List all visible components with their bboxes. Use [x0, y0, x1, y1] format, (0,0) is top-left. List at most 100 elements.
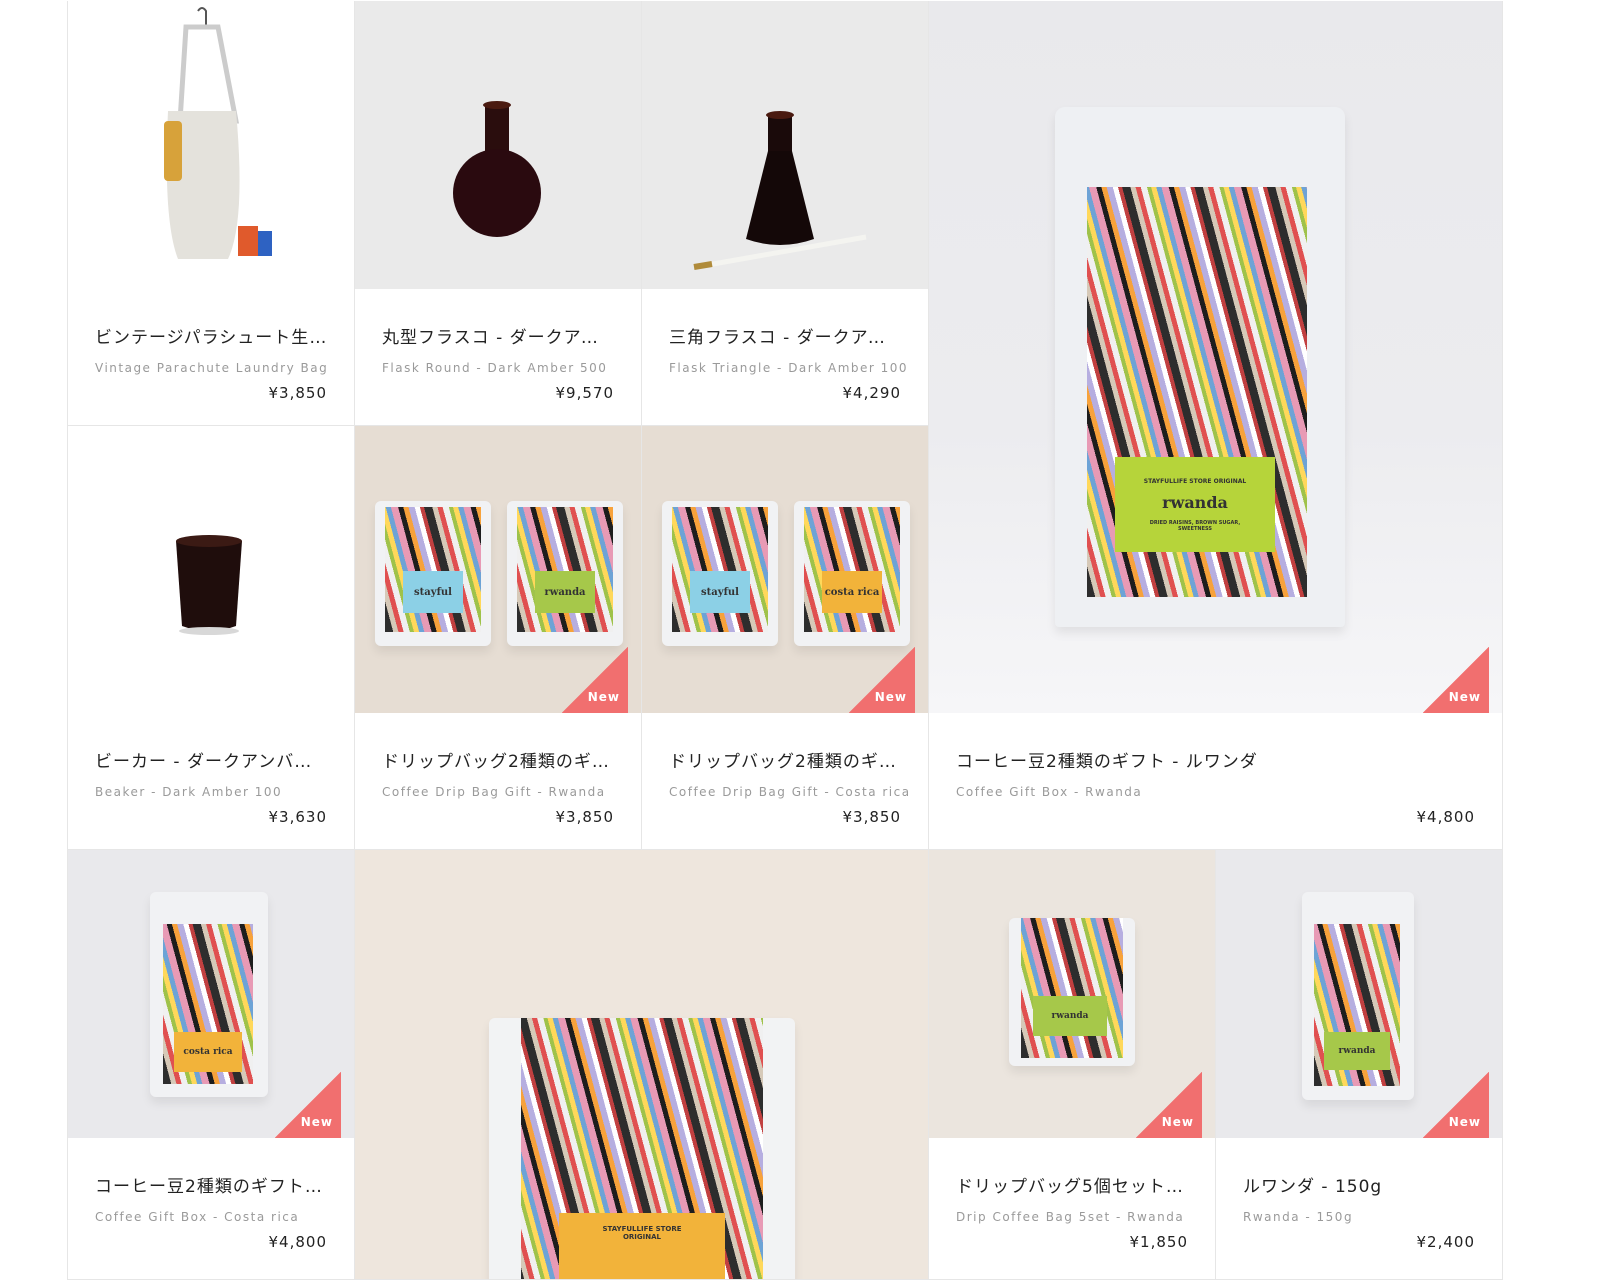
new-badge: New: [1423, 647, 1489, 713]
product-title[interactable]: ドリップバッグ5個セット - …: [956, 1172, 1188, 1197]
product-price: ¥4,800: [1416, 808, 1475, 826]
beaker-illustration: [176, 535, 242, 635]
product-grid: ビンテージパラシュート生… Vintage Parachute Laundry …: [67, 1, 1536, 1280]
product-subtitle: Coffee Drip Bag Gift - Rwanda: [382, 785, 606, 799]
product-card[interactable]: stayful costa rica New ドリップバッグ2種類のギフ… Co…: [642, 426, 929, 850]
package-label: rwanda: [1033, 996, 1107, 1036]
product-price: ¥3,630: [268, 808, 327, 826]
drip-bag-package: rwanda: [1009, 918, 1135, 1066]
product-title[interactable]: ビンテージパラシュート生…: [95, 323, 327, 348]
coffee-bag-package: rwanda: [1302, 892, 1414, 1100]
new-badge-label: New: [1161, 1115, 1194, 1129]
product-subtitle: Beaker - Dark Amber 100: [95, 785, 283, 799]
product-image[interactable]: [68, 1, 354, 289]
product-info: ルワンダ - 150g Rwanda - 150g ¥2,400: [1216, 1138, 1502, 1276]
product-image[interactable]: costa rica New: [68, 850, 354, 1138]
product-subtitle: Coffee Gift Box - Costa rica: [95, 1210, 300, 1224]
product-title[interactable]: ビーカー - ダークアンバー 1…: [95, 747, 327, 772]
triangle-flask-illustration: [693, 111, 867, 270]
laundry-bag-illustration: [164, 7, 272, 259]
product-title[interactable]: コーヒー豆2種類のギフト - …: [95, 1172, 327, 1197]
product-info: ビーカー - ダークアンバー 1… Beaker - Dark Amber 10…: [68, 713, 354, 849]
package-label: stayful: [403, 571, 463, 613]
new-badge: New: [562, 647, 628, 713]
product-info: ドリップバッグ2種類のギフ… Coffee Drip Bag Gift - Rw…: [355, 713, 641, 849]
package-label: stayful: [690, 571, 750, 613]
product-title[interactable]: ドリップバッグ2種類のギフ…: [669, 747, 901, 772]
round-flask-illustration: [453, 101, 541, 237]
product-title[interactable]: 丸型フラスコ - ダークアン…: [382, 323, 614, 348]
product-price: ¥9,570: [555, 384, 614, 402]
new-badge: New: [1423, 1072, 1489, 1138]
product-subtitle: Coffee Drip Bag Gift - Costa rica: [669, 785, 911, 799]
new-badge: New: [275, 1072, 341, 1138]
label-brand: STAYFULLIFE STORE ORIGINAL: [1143, 477, 1247, 485]
product-card[interactable]: STAYFULLIFE STORE ORIGINAL: [355, 850, 929, 1280]
package-label: rwanda: [1324, 1032, 1390, 1070]
product-info: 丸型フラスコ - ダークアン… Flask Round - Dark Amber…: [355, 289, 641, 425]
product-card[interactable]: STAYFULLIFE STORE ORIGINAL rwanda DRIED …: [929, 1, 1503, 850]
drip-bag-package: rwanda: [507, 501, 623, 646]
product-price: ¥3,850: [268, 384, 327, 402]
product-price: ¥3,850: [555, 808, 614, 826]
product-image[interactable]: stayful rwanda New: [355, 426, 641, 713]
product-price: ¥4,290: [842, 384, 901, 402]
product-info: 三角フラスコ - ダークアン… Flask Triangle - Dark Am…: [642, 289, 928, 425]
product-subtitle: Flask Triangle - Dark Amber 100: [669, 361, 909, 375]
product-card[interactable]: stayful rwanda New ドリップバッグ2種類のギフ… Coffee…: [355, 426, 642, 850]
drip-bag-package: STAYFULLIFE STORE ORIGINAL: [489, 1018, 795, 1279]
package-label: STAYFULLIFE STORE ORIGINAL rwanda DRIED …: [1115, 457, 1275, 552]
product-card[interactable]: ビンテージパラシュート生… Vintage Parachute Laundry …: [68, 1, 355, 426]
product-subtitle: Rwanda - 150g: [1243, 1210, 1354, 1224]
product-title[interactable]: ドリップバッグ2種類のギフ…: [382, 747, 614, 772]
new-badge: New: [1136, 1072, 1202, 1138]
new-badge-label: New: [587, 690, 620, 704]
label-notes: DRIED RAISINS, BROWN SUGAR, SWEETNESS: [1149, 519, 1241, 532]
product-card[interactable]: 三角フラスコ - ダークアン… Flask Triangle - Dark Am…: [642, 1, 929, 426]
product-info: ビンテージパラシュート生… Vintage Parachute Laundry …: [68, 289, 354, 425]
product-card[interactable]: costa rica New コーヒー豆2種類のギフト - … Coffee G…: [68, 850, 355, 1280]
new-badge-label: New: [300, 1115, 333, 1129]
product-image[interactable]: [642, 1, 928, 289]
new-badge: New: [849, 647, 915, 713]
label-origin: rwanda: [1162, 492, 1228, 512]
label-brand: STAYFULLIFE STORE ORIGINAL: [602, 1225, 682, 1241]
product-image[interactable]: STAYFULLIFE STORE ORIGINAL: [355, 850, 928, 1279]
product-info: ドリップバッグ2種類のギフ… Coffee Drip Bag Gift - Co…: [642, 713, 928, 849]
product-card[interactable]: rwanda New ドリップバッグ5個セット - … Drip Coffee …: [929, 850, 1216, 1280]
package-label: costa rica: [174, 1032, 242, 1072]
product-image[interactable]: [68, 426, 354, 713]
drip-bag-package: stayful: [375, 501, 491, 646]
drip-bag-package: stayful: [662, 501, 778, 646]
product-price: ¥2,400: [1416, 1233, 1475, 1251]
new-badge-label: New: [1448, 690, 1481, 704]
package-label: costa rica: [822, 571, 882, 613]
package-label: rwanda: [535, 571, 595, 613]
package-label: STAYFULLIFE STORE ORIGINAL: [559, 1213, 725, 1279]
product-price: ¥1,850: [1129, 1233, 1188, 1251]
product-info: コーヒー豆2種類のギフト - … Coffee Gift Box - Costa…: [68, 1138, 354, 1276]
product-title[interactable]: コーヒー豆2種類のギフト - ルワンダ: [956, 747, 1475, 772]
product-subtitle: Coffee Gift Box - Rwanda: [956, 785, 1143, 799]
product-subtitle: Flask Round - Dark Amber 500: [382, 361, 608, 375]
product-card[interactable]: rwanda New ルワンダ - 150g Rwanda - 150g ¥2,…: [1216, 850, 1503, 1280]
product-info: コーヒー豆2種類のギフト - ルワンダ Coffee Gift Box - Rw…: [929, 713, 1502, 849]
product-info: ドリップバッグ5個セット - … Drip Coffee Bag 5set - …: [929, 1138, 1215, 1276]
product-image[interactable]: rwanda New: [929, 850, 1215, 1138]
product-image[interactable]: [355, 1, 641, 289]
new-badge-label: New: [1448, 1115, 1481, 1129]
product-card[interactable]: ビーカー - ダークアンバー 1… Beaker - Dark Amber 10…: [68, 426, 355, 850]
product-title[interactable]: ルワンダ - 150g: [1243, 1172, 1475, 1197]
product-card[interactable]: 丸型フラスコ - ダークアン… Flask Round - Dark Amber…: [355, 1, 642, 426]
product-image[interactable]: stayful costa rica New: [642, 426, 928, 713]
product-subtitle: Vintage Parachute Laundry Bag: [95, 361, 329, 375]
new-badge-label: New: [874, 690, 907, 704]
coffee-bag-package: STAYFULLIFE STORE ORIGINAL rwanda DRIED …: [1055, 107, 1345, 627]
product-subtitle: Drip Coffee Bag 5set - Rwanda: [956, 1210, 1185, 1224]
product-title[interactable]: 三角フラスコ - ダークアン…: [669, 323, 901, 348]
product-price: ¥4,800: [268, 1233, 327, 1251]
product-price: ¥3,850: [842, 808, 901, 826]
product-image[interactable]: STAYFULLIFE STORE ORIGINAL rwanda DRIED …: [929, 1, 1502, 713]
drip-bag-package: costa rica: [794, 501, 910, 646]
product-image[interactable]: rwanda New: [1216, 850, 1502, 1138]
